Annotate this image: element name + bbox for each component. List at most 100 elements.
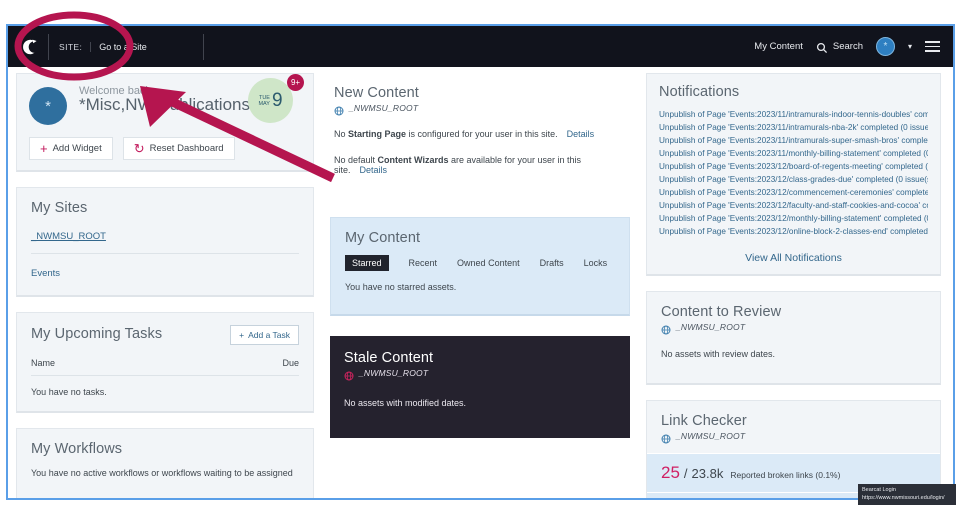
broken-links-total: 23.8k [691, 466, 724, 481]
list-item[interactable]: Unpublish of Page 'Events:2023/11/monthl… [659, 149, 928, 158]
content-to-review-title: Content to Review [661, 304, 782, 320]
tasks-content: My Upcoming Tasks + Add a Task Name Due … [17, 313, 313, 411]
notifications-body: Notifications Unpublish of Page 'Events:… [647, 74, 940, 274]
tab-drafts[interactable]: Drafts [540, 258, 564, 268]
tasks-table-header: Name Due [31, 358, 299, 376]
tasks-title-row: My Upcoming Tasks + Add a Task [31, 325, 299, 345]
new-content-starting-page-message: No Starting Page is configured for your … [334, 129, 626, 139]
top-navigation-bar: SITE: Go to a Site My Content Search * ▾ [8, 26, 953, 67]
search-label[interactable]: Search [833, 41, 863, 52]
chevron-down-icon[interactable]: ▾ [908, 42, 912, 51]
workflows-empty-message: You have no active workflows or workflow… [31, 468, 293, 478]
reset-dashboard-button[interactable]: ↻ Reset Dashboard [122, 137, 235, 160]
my-sites-card: My Sites _NWMSU_ROOT Events [16, 187, 314, 297]
nc-line1-post: is configured for your user in this site… [406, 129, 558, 139]
tab-recent[interactable]: Recent [409, 258, 438, 268]
list-item[interactable]: Unpublish of Page 'Events:2023/12/board-… [659, 162, 928, 171]
dashboard-column-middle: New Content _NWMSU_ROOT No Starting Page… [330, 73, 630, 498]
my-content-card: My Content Starred Recent Owned Content … [330, 217, 630, 316]
nc-line1-bold: Starting Page [348, 129, 407, 139]
topbar-right-group: My Content Search * ▾ [754, 37, 953, 56]
avatar[interactable]: * [875, 37, 895, 56]
site-picker-value[interactable]: Go to a Site [91, 42, 193, 52]
tooltip-title: Bearcat Login [862, 487, 896, 493]
nc-line1-pre: No [334, 129, 349, 139]
date-circle: TUE MAY 9 [248, 78, 293, 123]
plus-icon: + [40, 140, 48, 156]
date-dow-mon: TUE MAY [258, 95, 270, 107]
list-item[interactable]: Unpublish of Page 'Events:2023/12/online… [659, 227, 928, 236]
list-item[interactable]: Unpublish of Page 'Events:2023/11/intram… [659, 123, 928, 132]
link-checker-header: Link Checker _NWMSU_ROOT [647, 401, 940, 453]
welcome-text-block: Welcome back *Misc,NW Publications [79, 84, 250, 115]
notifications-card: Notifications Unpublish of Page 'Events:… [646, 73, 941, 276]
add-task-label: Add a Task [248, 330, 290, 340]
date-day-of-week: TUE [258, 94, 270, 101]
site-link-events[interactable]: Events [31, 268, 60, 279]
content-wizards-details-link[interactable]: Details [360, 165, 388, 175]
site-picker[interactable]: SITE: Go to a Site [48, 33, 204, 60]
link-checker-title: Link Checker [661, 413, 747, 429]
date-day-number: 9 [271, 90, 283, 111]
list-item[interactable]: Unpublish of Page 'Events:2023/12/commen… [659, 188, 928, 197]
new-content-site-name: _NWMSU_ROOT [349, 103, 419, 113]
stale-content-site-name: _NWMSU_ROOT [359, 368, 429, 378]
add-task-button[interactable]: + Add a Task [230, 325, 299, 345]
hamburger-icon[interactable] [925, 41, 940, 52]
my-sites-title: My Sites [31, 200, 88, 216]
search-nav-item[interactable]: Search [816, 41, 863, 53]
avatar: * [29, 87, 67, 125]
new-content-widget: New Content _NWMSU_ROOT No Starting Page… [330, 73, 630, 179]
new-content-site-row: _NWMSU_ROOT [334, 103, 626, 116]
welcome-button-row: + Add Widget ↻ Reset Dashboard [29, 137, 301, 160]
dashboard-column-left: * Welcome back *Misc,NW Publications TUE… [16, 73, 314, 498]
my-upcoming-tasks-card: My Upcoming Tasks + Add a Task Name Due … [16, 312, 314, 413]
tab-owned-content[interactable]: Owned Content [457, 258, 520, 268]
nc-line2-pre: No default [334, 155, 378, 165]
content-to-review-site-name: _NWMSU_ROOT [676, 322, 746, 332]
cascade-logo-icon[interactable] [16, 34, 42, 60]
search-icon [816, 41, 828, 53]
welcome-card: * Welcome back *Misc,NW Publications TUE… [16, 73, 314, 172]
globe-icon [661, 431, 671, 444]
stale-content-card: Stale Content _NWMSU_ROOT No assets with… [330, 336, 630, 438]
list-item[interactable]: Unpublish of Page 'Events:2023/12/class-… [659, 175, 928, 184]
welcome-user-name: *Misc,NW Publications [79, 95, 250, 114]
view-all-notifications-link[interactable]: View All Notifications [659, 252, 928, 264]
my-sites-content: My Sites _NWMSU_ROOT Events [17, 188, 313, 295]
browser-viewport: SITE: Go to a Site My Content Search * ▾… [6, 24, 955, 500]
list-item[interactable]: Unpublish of Page 'Events:2023/12/monthl… [659, 214, 928, 223]
my-content-title: My Content [345, 230, 421, 246]
tab-locks[interactable]: Locks [584, 258, 608, 268]
notifications-title: Notifications [659, 84, 740, 100]
globe-icon [334, 103, 344, 116]
list-item[interactable]: Unpublish of Page 'Events:2023/11/intram… [659, 110, 928, 119]
tab-starred[interactable]: Starred [345, 255, 389, 271]
broken-links-description: Reported broken links (0.1%) [730, 470, 841, 480]
reset-dashboard-label: Reset Dashboard [149, 143, 224, 154]
content-to-review-site-row: _NWMSU_ROOT [661, 322, 926, 335]
refresh-icon: ↻ [133, 140, 145, 156]
list-item[interactable]: Unpublish of Page 'Events:2023/11/intram… [659, 136, 928, 145]
stale-content-empty-message: No assets with modified dates. [344, 398, 467, 408]
my-workflows-card: My Workflows You have no active workflow… [16, 428, 314, 498]
status-badge[interactable]: 9+ [287, 74, 304, 91]
my-content-nav-link[interactable]: My Content [754, 41, 803, 52]
list-item[interactable]: Unpublish of Page 'Events:2023/12/facult… [659, 201, 928, 210]
content-to-review-card: Content to Review _NWMSU_ROOT No assets … [646, 291, 941, 385]
tasks-empty-message: You have no tasks. [31, 387, 107, 397]
tasks-col-due: Due [282, 358, 299, 368]
dashboard-column-right: Notifications Unpublish of Page 'Events:… [646, 73, 941, 498]
add-widget-button[interactable]: + Add Widget [29, 137, 113, 160]
starting-page-details-link[interactable]: Details [567, 129, 595, 139]
nc-line2-bold: Content Wizards [377, 155, 449, 165]
stale-content-site-row: _NWMSU_ROOT [344, 368, 616, 381]
screenshot-root: SITE: Go to a Site My Content Search * ▾… [0, 0, 961, 505]
site-link-nwmsu-root[interactable]: _NWMSU_ROOT [31, 231, 106, 242]
workflows-title: My Workflows [31, 441, 123, 457]
topbar-left-group: SITE: Go to a Site [8, 33, 204, 60]
my-content-body: My Content Starred Recent Owned Content … [331, 218, 629, 314]
notifications-list: Unpublish of Page 'Events:2023/11/intram… [659, 110, 928, 236]
my-content-empty-message: You have no starred assets. [345, 282, 457, 292]
new-content-wizards-message: No default Content Wizards are available… [334, 155, 626, 175]
